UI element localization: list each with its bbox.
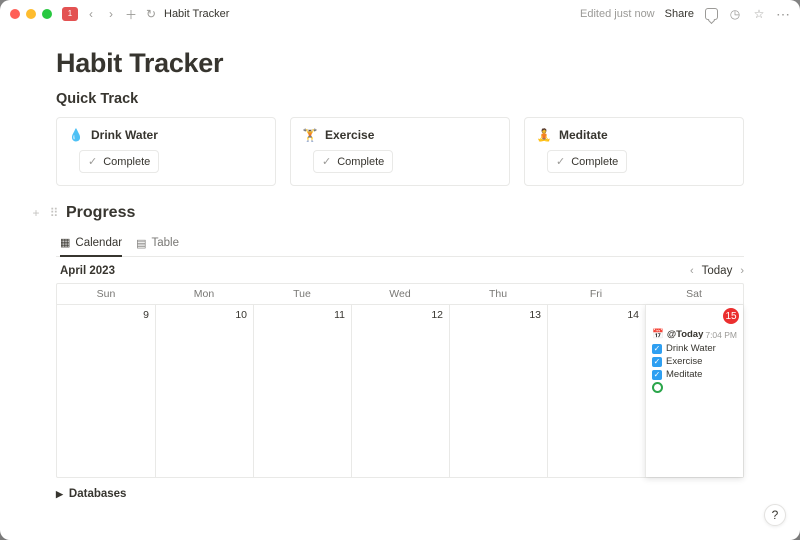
entry-habit: Exercise [666,356,702,367]
check-icon: ✓ [556,155,565,168]
check-icon: ✓ [322,155,331,168]
calendar-day-cell[interactable]: 14 [547,305,645,477]
weekday-label: Tue [253,284,351,305]
calendar-day-cell[interactable]: 12 [351,305,449,477]
database-view-tabs: ▦ Calendar ▤ Table [56,230,744,257]
entry-habit: Meditate [666,369,702,380]
habit-card-title: Exercise [325,128,374,142]
favorite-icon[interactable] [752,7,766,21]
add-block-icon[interactable]: + [30,206,42,220]
calendar-entry[interactable]: 📅 @Today 7:04 PM ✓Drink Water ✓Exercise … [652,329,737,393]
progress-heading-row: + ⠿ Progress [30,204,744,222]
habit-card[interactable]: 🧘 Meditate ✓ Complete [524,117,744,186]
complete-button[interactable]: ✓ Complete [79,150,159,173]
check-icon: ✓ [88,155,97,168]
minimize-window-button[interactable] [26,9,36,19]
complete-button[interactable]: ✓ Complete [547,150,627,173]
quick-track-heading: Quick Track [56,91,744,107]
triangle-right-icon: ▶ [56,489,63,500]
breadcrumb[interactable]: Habit Tracker [164,8,229,20]
updates-icon[interactable] [728,7,742,21]
nav-back-button[interactable]: ‹ [84,7,98,21]
help-button[interactable]: ? [764,504,786,526]
complete-button[interactable]: ✓ Complete [313,150,393,173]
sidebar-toggle-button[interactable]: 1 [62,7,78,21]
new-page-button[interactable]: ＋ [124,6,138,23]
entry-title: @Today [667,329,704,340]
calendar-day-cell[interactable]: 13 [449,305,547,477]
calendar-week-row: 9 10 11 12 13 14 15 📅 @Today 7:04 PM [57,305,743,477]
page-body: Habit Tracker Quick Track 💧 Drink Water … [0,28,800,540]
status-ring-icon [652,382,663,393]
habit-card[interactable]: 💧 Drink Water ✓ Complete [56,117,276,186]
calendar-weekday-row: Sun Mon Tue Wed Thu Fri Sat [57,284,743,305]
progress-heading: Progress [66,204,135,222]
app-window: 1 ‹ › ＋ ↻ Habit Tracker Edited just now … [0,0,800,540]
nav-forward-button[interactable]: › [104,7,118,21]
checkbox-checked-icon[interactable]: ✓ [652,344,662,354]
page-title[interactable]: Habit Tracker [56,48,744,79]
weekday-label: Sat [645,284,743,305]
drag-handle-icon[interactable]: ⠿ [48,206,60,220]
habit-card-title: Meditate [559,128,608,142]
weekday-label: Sun [57,284,155,305]
share-button[interactable]: Share [665,8,694,20]
prev-month-button[interactable]: ‹ [690,265,694,277]
databases-toggle[interactable]: ▶ Databases [56,488,744,500]
calendar-month-label: April 2023 [60,265,115,277]
weekday-label: Wed [351,284,449,305]
table-icon: ▤ [136,237,146,250]
entry-icon: 📅 [652,329,664,340]
calendar-day-cell-today[interactable]: 15 📅 @Today 7:04 PM ✓Drink Water ✓Exerci… [645,305,743,477]
checkbox-checked-icon[interactable]: ✓ [652,370,662,380]
weekday-label: Mon [155,284,253,305]
water-drop-icon: 💧 [69,128,83,142]
calendar-day-cell[interactable]: 10 [155,305,253,477]
comments-icon[interactable] [704,7,718,21]
calendar-icon: ▦ [60,236,70,249]
checkbox-checked-icon[interactable]: ✓ [652,357,662,367]
calendar-grid: Sun Mon Tue Wed Thu Fri Sat 9 10 11 12 1… [56,283,744,478]
dumbbell-icon: 🏋 [303,128,317,142]
zoom-window-button[interactable] [42,9,52,19]
today-button[interactable]: Today [702,265,733,277]
close-window-button[interactable] [10,9,20,19]
next-month-button[interactable]: › [740,265,744,277]
quick-track-cards: 💧 Drink Water ✓ Complete 🏋 Exercise ✓ Co… [56,117,744,186]
window-controls [10,9,52,19]
tab-calendar[interactable]: ▦ Calendar [60,230,122,257]
habit-card-title: Drink Water [91,128,158,142]
weekday-label: Thu [449,284,547,305]
calendar-header: April 2023 ‹ Today › [56,265,744,277]
more-menu-icon[interactable] [776,7,790,21]
calendar-day-cell[interactable]: 9 [57,305,155,477]
weekday-label: Fri [547,284,645,305]
calendar-day-cell[interactable]: 11 [253,305,351,477]
entry-time: 7:04 PM [705,330,737,340]
titlebar: 1 ‹ › ＋ ↻ Habit Tracker Edited just now … [0,0,800,28]
reload-icon[interactable]: ↻ [144,7,158,21]
tab-table[interactable]: ▤ Table [136,231,179,256]
edited-timestamp: Edited just now [580,8,655,20]
habit-card[interactable]: 🏋 Exercise ✓ Complete [290,117,510,186]
entry-habit: Drink Water [666,343,716,354]
lotus-icon: 🧘 [537,128,551,142]
